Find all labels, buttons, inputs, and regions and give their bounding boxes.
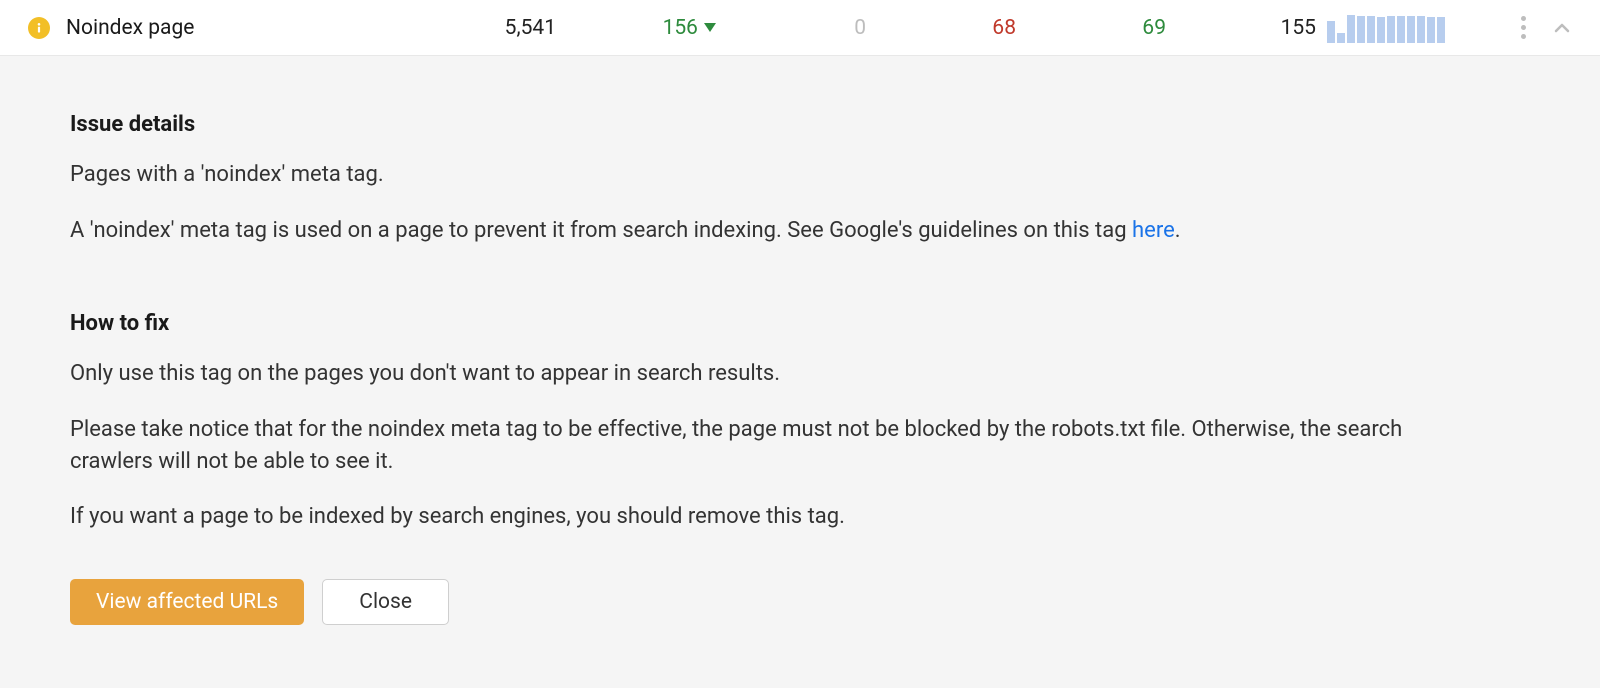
row-actions: [1521, 16, 1572, 39]
close-button[interactable]: Close: [322, 579, 449, 625]
metric-total: 5,541: [406, 16, 556, 40]
metric-col-3: 0: [716, 16, 866, 40]
fix-p3: If you want a page to be indexed by sear…: [70, 501, 1490, 533]
metric-col-5: 69: [1016, 16, 1166, 40]
details-heading: Issue details: [70, 112, 1530, 137]
more-menu-icon[interactable]: [1521, 16, 1526, 39]
issue-details-panel: Issue details Pages with a 'noindex' met…: [0, 56, 1600, 688]
sparkline-bar: [1327, 21, 1335, 43]
view-affected-urls-button[interactable]: View affected URLs: [70, 579, 304, 625]
sparkline-bar: [1387, 16, 1395, 43]
sparkline-bar: [1337, 33, 1345, 43]
sparkline-bar: [1397, 16, 1405, 43]
guidelines-link[interactable]: here: [1132, 218, 1175, 243]
fix-p2: Please take notice that for the noindex …: [70, 414, 1490, 478]
details-p2-pre: A 'noindex' meta tag is used on a page t…: [70, 218, 1132, 243]
details-p2-post: .: [1175, 218, 1181, 243]
info-icon: [28, 17, 50, 39]
metric-delta: 156: [556, 16, 716, 40]
issue-name: Noindex page: [66, 16, 406, 40]
metric-delta-value: 156: [663, 16, 698, 40]
fix-p1: Only use this tag on the pages you don't…: [70, 358, 1490, 390]
sparkline-bar: [1427, 17, 1435, 43]
sparkline-chart: [1316, 13, 1456, 43]
details-p1: Pages with a 'noindex' meta tag.: [70, 159, 1490, 191]
metric-col-6: 155: [1166, 16, 1316, 40]
details-p2: A 'noindex' meta tag is used on a page t…: [70, 215, 1490, 247]
sparkline-bar: [1347, 15, 1355, 43]
button-row: View affected URLs Close: [70, 579, 1530, 625]
sparkline-bar: [1417, 16, 1425, 43]
metrics-group: 5,541 156 0 68 69 155: [406, 13, 1521, 43]
collapse-icon[interactable]: [1552, 18, 1572, 38]
sparkline-bar: [1407, 16, 1415, 43]
sparkline-bar: [1367, 16, 1375, 43]
metric-col-4: 68: [866, 16, 1016, 40]
sparkline-bar: [1357, 16, 1365, 43]
fix-heading: How to fix: [70, 311, 1530, 336]
sparkline-bar: [1377, 17, 1385, 43]
issue-row[interactable]: Noindex page 5,541 156 0 68 69 155: [0, 0, 1600, 56]
trend-down-icon: [704, 23, 716, 32]
sparkline-bar: [1437, 17, 1445, 43]
